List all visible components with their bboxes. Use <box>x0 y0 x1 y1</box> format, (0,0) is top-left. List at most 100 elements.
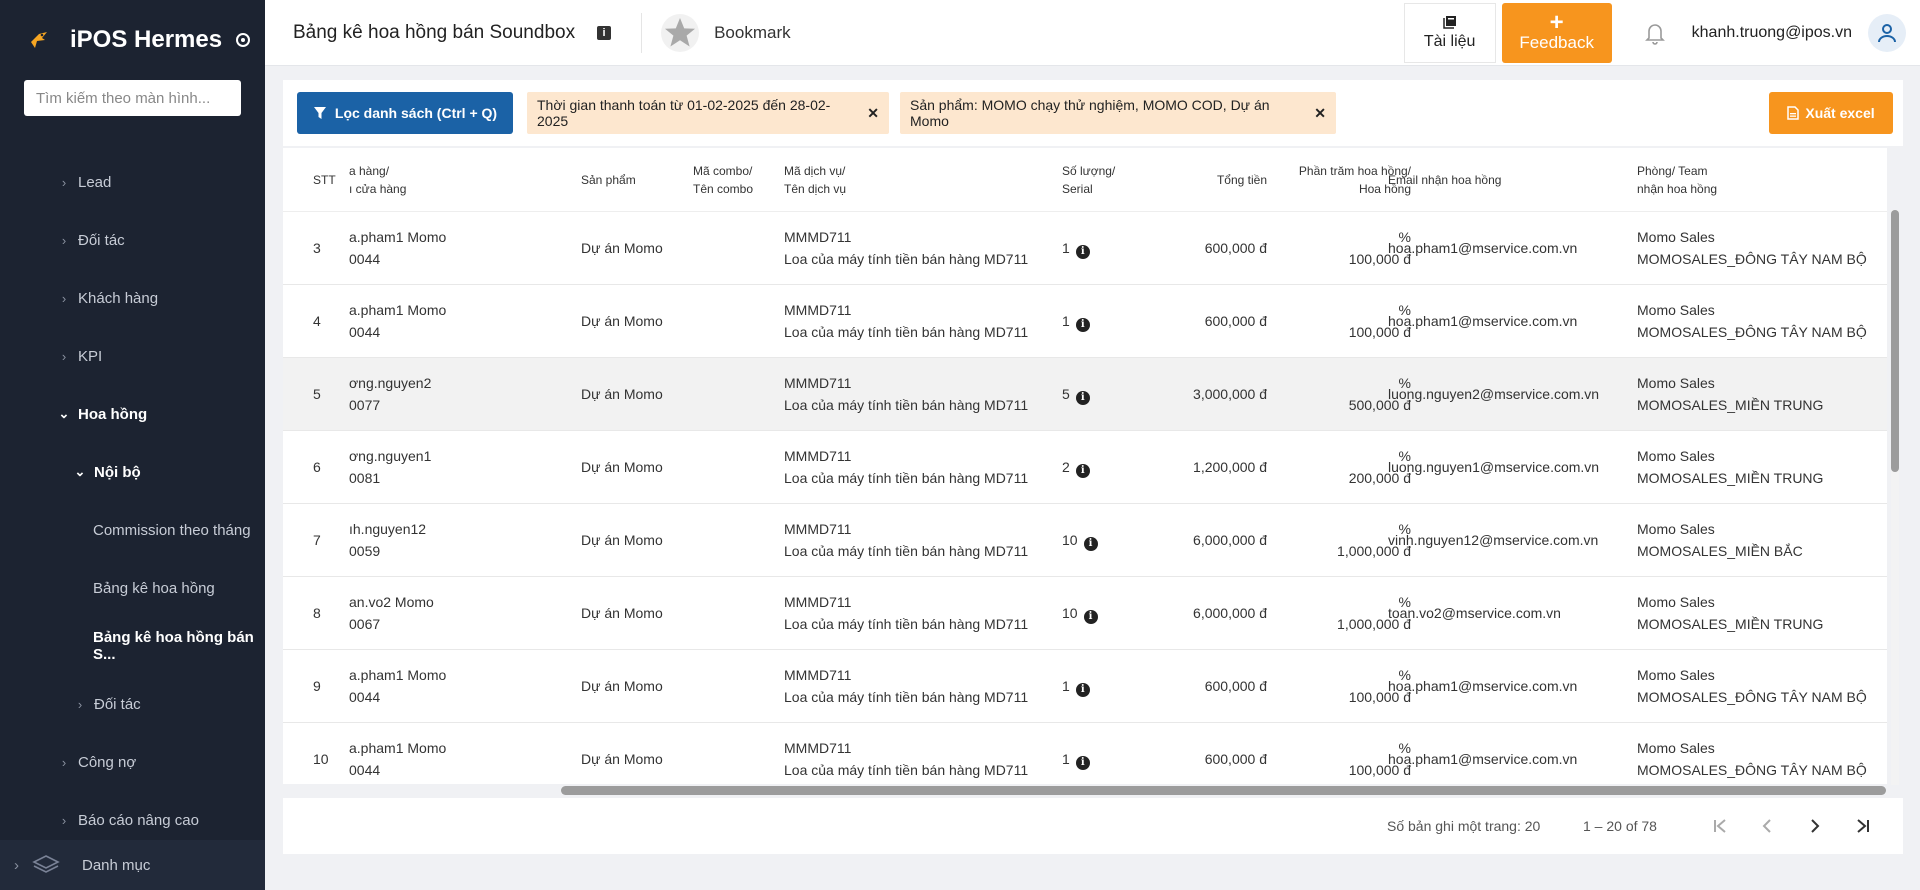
cell-service-line: Loa của máy tính tiền bán hàng MD711 <box>784 543 1029 559</box>
export-excel-button[interactable]: Xuất excel <box>1769 92 1893 134</box>
star-icon[interactable] <box>660 13 700 53</box>
user-email[interactable]: khanh.truong@ipos.vn <box>1692 24 1852 42</box>
cell-service-line: Loa của máy tính tiền bán hàng MD711 <box>784 762 1029 778</box>
cell-email: luong.nguyen1@mservice.com.vn <box>1388 456 1599 478</box>
cell-team-line: MOMOSALES_ĐÔNG TÂY NAM BỘ <box>1637 324 1867 340</box>
cell-percent-line: % <box>1398 375 1411 391</box>
cell-stt: 7 <box>313 529 321 551</box>
cell-service: MMMD711 Loa của máy tính tiền bán hàng MD… <box>784 445 1028 489</box>
filter-chip-product: Sản phẩm: MOMO chạy thử nghiệm, MOMO COD… <box>900 92 1336 134</box>
table-row[interactable]: 10 a.pham1 Momo 0044 Dự án Momo MMMD711 Loa c… <box>283 723 1887 784</box>
next-page-icon[interactable] <box>1799 810 1831 842</box>
close-icon[interactable]: ✕ <box>1314 105 1326 122</box>
cell-team-line: Momo Sales <box>1637 667 1715 683</box>
cell-stt: 9 <box>313 675 321 697</box>
sidebar-item-debt[interactable]: › Công nợ <box>0 733 265 791</box>
cell-team-line: MOMOSALES_ĐÔNG TÂY NAM BỘ <box>1637 251 1867 267</box>
cell-store-line: a.pham1 Momo <box>349 667 447 683</box>
table-row[interactable]: 3 a.pham1 Momo 0044 Dự án Momo MMMD711 Loa củ… <box>283 212 1887 285</box>
filter-list-button[interactable]: Lọc danh sách (Ctrl + Q) <box>297 92 513 134</box>
sidebar-item-customer[interactable]: › Khách hàng <box>0 269 265 327</box>
cell-percent-line: 100,000 đ <box>1348 251 1411 267</box>
serial-info-icon[interactable]: i <box>1075 464 1090 478</box>
serial-info-icon[interactable]: i <box>1075 683 1090 697</box>
cell-store: a.pham1 Momo 0044 <box>349 737 446 781</box>
cell-team-line: Momo Sales <box>1637 594 1715 610</box>
cell-team-line: MOMOSALES_MIỀN TRUNG <box>1637 470 1824 486</box>
sidebar-item-internal[interactable]: ⌄ Nội bộ <box>0 443 265 501</box>
serial-info-icon[interactable]: i <box>1083 610 1098 624</box>
cell-product: Dự án Momo <box>581 602 663 624</box>
cell-service-line: MMMD711 <box>784 594 852 610</box>
sidebar-item-commission-statement[interactable]: Bảng kê hoa hồng <box>0 559 265 617</box>
cell-service-line: Loa của máy tính tiền bán hàng MD711 <box>784 470 1029 486</box>
header-stt[interactable]: STT <box>313 171 336 189</box>
table-row[interactable]: 7 ıh.nguyen12 0059 Dự án Momo MMMD711 Loa của… <box>283 504 1887 577</box>
table-row[interactable]: 6 ơng.nguyen1 0081 Dự án Momo MMMD711 Loa của… <box>283 431 1887 504</box>
cell-team: Momo Sales MOMOSALES_ĐÔNG TÂY NAM BỘ <box>1637 664 1867 708</box>
vertical-scrollbar-thumb[interactable] <box>1891 210 1899 472</box>
sidebar-item-partner-commission[interactable]: › Đối tác <box>0 675 265 733</box>
sidebar-item-monthly-commission[interactable]: Commission theo tháng <box>0 501 265 559</box>
sidebar-item-label: Lead <box>78 173 112 191</box>
cell-stt-text: 8 <box>313 605 321 621</box>
sidebar-search-input[interactable] <box>36 89 229 107</box>
sidebar-item-commission[interactable]: ⌄ Hoa hồng <box>0 385 265 443</box>
table-row[interactable]: 4 a.pham1 Momo 0044 Dự án Momo MMMD711 Loa củ… <box>283 285 1887 358</box>
filter-chip-time: Thời gian thanh toán từ 01-02-2025 đến 2… <box>527 92 889 134</box>
page-size-label[interactable]: Số bản ghi một trang: 20 <box>1387 818 1540 834</box>
cell-email-text: hoa.pham1@mservice.com.vn <box>1388 240 1578 256</box>
user-avatar[interactable] <box>1868 14 1906 52</box>
book-icon <box>1442 15 1457 29</box>
horizontal-scrollbar-thumb[interactable] <box>561 786 1886 795</box>
cell-team: Momo Sales MOMOSALES_MIỀN TRUNG <box>1637 445 1823 489</box>
sidebar-item-soundbox-statement[interactable]: Bảng kê hoa hồng bán S... <box>0 617 265 675</box>
cell-percent-line: 100,000 đ <box>1348 324 1411 340</box>
chevron-right-icon: › <box>77 696 83 712</box>
cell-service-line: Loa của máy tính tiền bán hàng MD711 <box>784 397 1029 413</box>
last-page-icon[interactable] <box>1847 810 1879 842</box>
sidebar-item-lead[interactable]: › Lead <box>0 153 265 211</box>
cell-percent: % 100,000 đ <box>1243 664 1411 708</box>
bookmark-label[interactable]: Bookmark <box>714 23 791 43</box>
filter-chip-label: Thời gian thanh toán từ 01-02-2025 đến 2… <box>537 97 831 129</box>
cell-service-line: MMMD711 <box>784 740 852 756</box>
cell-qty: 1i <box>1062 310 1090 332</box>
serial-info-icon[interactable]: i <box>1075 756 1090 770</box>
header-service-1: Mã dịch vụ/ <box>784 164 846 178</box>
sidebar-item-catalog[interactable]: › Danh mục <box>0 840 265 890</box>
cell-service-line: MMMD711 <box>784 375 852 391</box>
first-page-icon[interactable] <box>1704 810 1736 842</box>
serial-info-icon[interactable]: i <box>1075 391 1090 405</box>
cell-email: hoa.pham1@mservice.com.vn <box>1388 675 1577 697</box>
header-product: Sản phẩm <box>581 173 636 187</box>
table-row[interactable]: 5 ơng.nguyen2 0077 Dự án Momo MMMD711 Loa của… <box>283 358 1887 431</box>
serial-info-icon[interactable]: i <box>1075 318 1090 332</box>
cell-email-text: luong.nguyen2@mservice.com.vn <box>1388 386 1600 402</box>
table-row[interactable]: 8 an.vo2 Momo 0067 Dự án Momo MMMD711 Loa của… <box>283 577 1887 650</box>
sidebar-item-label: Hoa hồng <box>78 405 148 423</box>
export-excel-label: Xuất excel <box>1805 105 1875 121</box>
prev-page-icon[interactable] <box>1751 810 1783 842</box>
cell-service-line: MMMD711 <box>784 302 852 318</box>
header-qty-2: Serial <box>1062 182 1093 196</box>
sidebar-item-kpi[interactable]: › KPI <box>0 327 265 385</box>
bell-icon[interactable] <box>1642 20 1668 46</box>
brand: iPOS Hermes <box>0 0 265 80</box>
docs-button[interactable]: Tài liệu <box>1403 3 1496 63</box>
sidebar-item-partner[interactable]: › Đối tác <box>0 211 265 269</box>
cell-email: vinh.nguyen12@mservice.com.vn <box>1388 529 1598 551</box>
cell-stt: 8 <box>313 602 321 624</box>
serial-info-icon[interactable]: i <box>1083 537 1098 551</box>
serial-info-icon[interactable]: i <box>1075 245 1090 259</box>
cell-team-line: Momo Sales <box>1637 448 1715 464</box>
feedback-button[interactable]: + Feedback <box>1501 3 1612 63</box>
table-row[interactable]: 9 a.pham1 Momo 0044 Dự án Momo MMMD711 Loa củ… <box>283 650 1887 723</box>
cell-store: ơng.nguyen2 0077 <box>349 372 431 416</box>
cell-percent-line: % <box>1398 302 1411 318</box>
close-icon[interactable]: ✕ <box>867 105 879 122</box>
chevron-right-icon: › <box>61 348 67 364</box>
radio-dot-icon[interactable] <box>236 33 251 47</box>
info-icon[interactable]: i <box>597 25 612 40</box>
header-percent-2: Hoa hồng <box>1358 182 1411 196</box>
